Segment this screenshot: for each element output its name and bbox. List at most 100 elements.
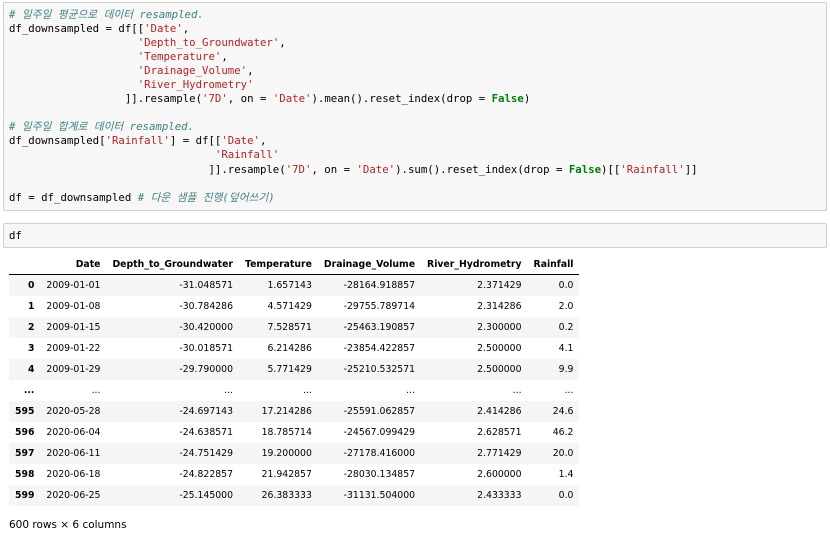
row-index: ... — [23, 385, 35, 396]
table-cell: 2.500000 — [477, 343, 522, 354]
table-cell: -29755.789714 — [343, 301, 416, 312]
code-text: , — [247, 64, 254, 78]
row-index: 0 — [27, 280, 35, 291]
table-header: Date Depth_to_Groundwater Temperature Drain… — [9, 254, 580, 275]
table-cell: 2.433333 — [477, 490, 522, 501]
table-cell: 4.571429 — [267, 301, 312, 312]
table-cell: 2.628571 — [477, 427, 522, 438]
column-header: Depth_to_Groundwater — [106, 254, 240, 275]
code-text: , on = — [311, 162, 357, 176]
table-cell: 26.383333 — [261, 490, 312, 501]
table-cell: -30.420000 — [179, 322, 234, 333]
table-cell: ... — [303, 385, 312, 396]
table-cell: -25.145000 — [179, 490, 234, 501]
table-cell: 6.214286 — [267, 343, 312, 354]
table-cell: 0.2 — [558, 322, 574, 333]
row-index: 4 — [27, 364, 35, 375]
code-string: 'River_Hydrometry' — [137, 78, 254, 92]
code-comment: # 일주일 합계로 데이터 resampled. — [9, 120, 195, 134]
table-cell: 0.0 — [558, 280, 574, 291]
table-row: 598 2020-06-18 -24.822857 21.942857 -28030.1… — [9, 464, 580, 485]
code-text: ]] — [684, 162, 698, 176]
code-text: , — [259, 134, 267, 148]
code-comment: # 다운 샘플 진행(덮어쓰기) — [137, 190, 275, 204]
row-index: 598 — [15, 469, 35, 480]
code-text: df = df_downsampled — [9, 190, 138, 204]
table-cell: 2020-06-25 — [46, 490, 101, 501]
code-editor[interactable]: df — [4, 224, 826, 243]
code-text: df_downsampled = df[[ — [9, 22, 145, 36]
code-cell-resample[interactable]: # 일주일 평균으로 데이터 resampled. df_downsampled… — [3, 2, 827, 211]
code-text: df — [9, 229, 22, 242]
table-cell: 18.785714 — [261, 427, 312, 438]
table-cell: 2.371429 — [477, 280, 522, 291]
table-cell: ... — [224, 385, 234, 396]
row-index: 597 — [15, 448, 35, 459]
table-cell: ... — [512, 385, 522, 396]
table-cell: 24.6 — [552, 406, 574, 417]
table-cell: 20.0 — [552, 448, 574, 459]
table-cell: ... — [406, 385, 416, 396]
table-cell: ... — [91, 385, 101, 396]
table-cell: -25591.062857 — [343, 406, 416, 417]
table-row: 2 2009-01-15 -30.420000 7.528571 -25463.1908… — [9, 317, 580, 338]
code-string: 'Date' — [221, 134, 260, 148]
code-cell-df[interactable]: df — [3, 223, 827, 248]
table-cell: 4.1 — [558, 343, 574, 354]
table-cell: ... — [564, 385, 574, 396]
code-editor[interactable]: # 일주일 평균으로 데이터 resampled. df_downsampled… — [4, 3, 826, 205]
table-cell: -23854.422857 — [343, 343, 416, 354]
table-row: 597 2020-06-11 -24.751429 19.200000 -27178.4… — [9, 443, 580, 464]
table-cell: 2.314286 — [477, 301, 522, 312]
code-string: 'Drainage_Volume' — [137, 64, 248, 78]
code-string: 'Date' — [356, 162, 396, 176]
code-text: )[[ — [601, 162, 621, 176]
column-header: River_Hydrometry — [421, 254, 528, 275]
table-cell: -31131.504000 — [343, 490, 416, 501]
code-string: 'Depth_to_Groundwater' — [137, 36, 280, 50]
table-cell: -24.822857 — [179, 469, 234, 480]
code-string: 'Date' — [272, 92, 312, 106]
table-row: 595 2020-05-28 -24.697143 17.214286 -25591.0… — [9, 401, 580, 422]
code-text: ) — [523, 92, 531, 106]
table-cell: 19.200000 — [261, 448, 312, 459]
table-cell: 2.0 — [558, 301, 574, 312]
table-cell: 2009-01-01 — [46, 280, 101, 291]
table-row: 596 2020-06-04 -24.638571 18.785714 -24567.0… — [9, 422, 580, 443]
row-index: 599 — [15, 490, 35, 501]
table-body: 0 2009-01-01 -31.048571 1.657143 -28164.9188… — [9, 274, 580, 506]
table-cell: -25463.190857 — [343, 322, 416, 333]
row-index: 3 — [27, 343, 35, 354]
code-text: , — [279, 36, 286, 50]
table-cell: -31.048571 — [179, 280, 234, 291]
dataframe-table: Date Depth_to_Groundwater Temperature Drain… — [9, 254, 580, 506]
table-row: 1 2009-01-08 -30.784286 4.571429 -29755.7897… — [9, 296, 580, 317]
code-string: 'Date' — [144, 22, 183, 36]
code-text: ]].resample( — [9, 162, 286, 176]
table-cell: 2.771429 — [477, 448, 522, 459]
table-cell: -29.790000 — [179, 364, 234, 375]
table-cell: 5.771429 — [267, 364, 312, 375]
table-cell: 2.414286 — [477, 406, 522, 417]
table-cell: 2009-01-22 — [46, 343, 101, 354]
table-cell: 2009-01-08 — [46, 301, 101, 312]
table-cell: -24.697143 — [179, 406, 234, 417]
code-comment: # 일주일 평균으로 데이터 resampled. — [9, 8, 204, 21]
table-cell: -24.751429 — [179, 448, 234, 459]
code-text: ]].resample( — [9, 92, 203, 106]
table-cell: 46.2 — [552, 427, 574, 438]
code-string: '7D' — [202, 92, 228, 106]
table-cell: -30.018571 — [179, 343, 234, 354]
column-header: Date — [40, 254, 107, 275]
code-string: 'Temperature' — [137, 50, 222, 64]
table-cell: 0.0 — [558, 490, 574, 501]
table-cell: 2.600000 — [477, 469, 522, 480]
column-header: Temperature — [239, 254, 318, 275]
table-cell: -24.638571 — [179, 427, 234, 438]
table-cell: 1.4 — [558, 469, 574, 480]
table-header-row: Date Depth_to_Groundwater Temperature Drain… — [9, 254, 580, 275]
table-row: 599 2020-06-25 -25.145000 26.383333 -31131.5… — [9, 485, 580, 506]
code-string: 'Rainfall' — [214, 148, 280, 162]
